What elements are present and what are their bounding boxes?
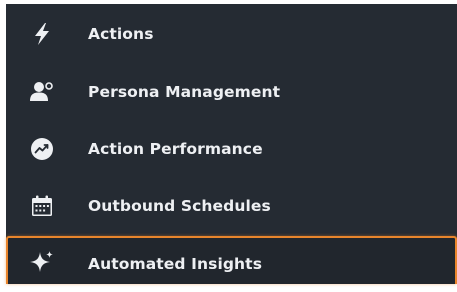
menu-item-persona-management[interactable]: Persona Management	[6, 64, 457, 120]
menu-item-label: Outbound Schedules	[88, 197, 271, 215]
calendar-icon	[28, 192, 56, 220]
menu-item-label: Action Performance	[88, 140, 263, 158]
persona-icon	[28, 78, 56, 106]
menu-item-label: Actions	[88, 25, 154, 43]
menu-item-actions[interactable]: Actions	[6, 6, 457, 62]
navigation-menu: Actions Persona Management Action Perfor…	[6, 4, 457, 284]
menu-item-outbound-schedules[interactable]: Outbound Schedules	[6, 178, 457, 234]
sparkle-icon	[28, 248, 56, 276]
lightning-bolt-icon	[28, 20, 56, 48]
menu-item-action-performance[interactable]: Action Performance	[6, 121, 457, 177]
menu-item-automated-insights[interactable]: Automated Insights	[6, 236, 457, 284]
menu-item-label: Persona Management	[88, 83, 281, 101]
trend-chart-icon	[28, 135, 56, 163]
